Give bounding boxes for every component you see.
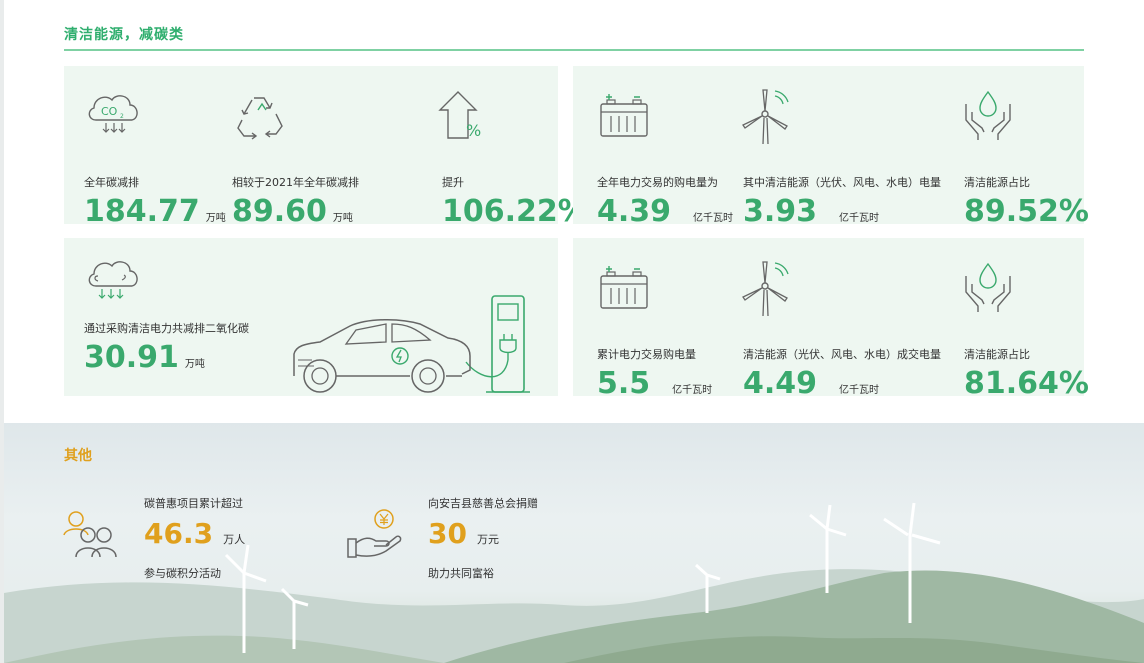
metric-label: 提升 bbox=[442, 176, 464, 189]
metric-unit: 万吨 bbox=[184, 359, 205, 370]
svg-text:CO: CO bbox=[101, 105, 118, 118]
wind-turbine-icon bbox=[742, 89, 789, 145]
metric-label: 通过采购清洁电力共减排二氧化碳 bbox=[84, 322, 249, 335]
metric-label: 全年电力交易的购电量为 bbox=[597, 176, 718, 189]
wind-turbine-icon bbox=[742, 261, 789, 317]
stat-value: 46.3 bbox=[144, 517, 214, 550]
metric-unit: 亿千瓦时 bbox=[839, 385, 880, 396]
stat-label: 向安吉县慈善总会捐赠 bbox=[428, 497, 538, 510]
card-cumulative-power-trading: 累计电力交易购电量 5.5 亿千瓦时 清洁能源（光伏、风电、水电）成交电量 4.4… bbox=[573, 238, 1089, 401]
metric-value: 3.93 bbox=[743, 194, 818, 229]
metric-label: 全年碳减排 bbox=[84, 176, 139, 189]
metric-label: 清洁能源占比 bbox=[964, 176, 1030, 189]
metric-label: 相较于2021年全年碳减排 bbox=[232, 176, 359, 189]
stat-value: 30 bbox=[428, 517, 467, 550]
metric-label: 累计电力交易购电量 bbox=[597, 348, 696, 361]
metric-value: 106.22% bbox=[442, 194, 588, 229]
metric-value: 89.60 bbox=[232, 194, 327, 229]
recycle-icon bbox=[237, 97, 283, 140]
battery-icon bbox=[600, 266, 648, 309]
stat-unit: 万元 bbox=[476, 533, 499, 546]
section-title-clean-energy: 清洁能源，减碳类 bbox=[64, 27, 184, 43]
metric-label: 清洁能源（光伏、风电、水电）成交电量 bbox=[743, 348, 941, 361]
stat-unit: 万人 bbox=[223, 533, 246, 546]
metric-unit: 亿千瓦时 bbox=[839, 213, 880, 224]
hands-water-drop-icon bbox=[965, 262, 1011, 312]
stat-sub: 助力共同富裕 bbox=[428, 567, 494, 580]
metric-value: 5.5 bbox=[597, 366, 651, 401]
metric-label: 清洁能源占比 bbox=[964, 348, 1030, 361]
card-power-trading: 全年电力交易的购电量为 4.39 亿千瓦时 其中清洁能源（光伏、风电、水电）电量 … bbox=[573, 66, 1089, 229]
section-other: 其他 碳普惠项目累计超过 46.3 万人 参与碳积分活动 向安吉县慈善总会捐赠 … bbox=[4, 423, 1144, 663]
metric-unit: 亿千瓦时 bbox=[693, 213, 734, 224]
metric-unit: 亿千瓦时 bbox=[672, 385, 713, 396]
metric-value: 4.49 bbox=[743, 366, 818, 401]
co2-cloud-icon: CO 2 bbox=[88, 95, 138, 133]
section-divider bbox=[64, 49, 1084, 51]
metric-value: 89.52% bbox=[964, 194, 1089, 229]
metric-label: 其中清洁能源（光伏、风电、水电）电量 bbox=[743, 176, 941, 189]
section-title-other: 其他 bbox=[64, 448, 92, 464]
stat-sub: 参与碳积分活动 bbox=[144, 567, 221, 580]
metric-value: 81.64% bbox=[964, 366, 1089, 401]
hand-yuan-coin-icon bbox=[347, 509, 402, 558]
stat-carbon-inclusive-icon-wrap bbox=[63, 509, 120, 563]
hands-water-drop-icon bbox=[965, 90, 1011, 140]
metric-value: 4.39 bbox=[597, 194, 672, 229]
svg-text:%: % bbox=[466, 121, 481, 140]
metric-value: 184.77 bbox=[84, 194, 200, 229]
report-page: 清洁能源，减碳类 CO 2 全年碳减排 184.77 万吨 相较于2021年全年碳… bbox=[4, 0, 1144, 663]
card-clean-power-co2: 通过采购清洁电力共减排二氧化碳 30.91 万吨 bbox=[64, 238, 558, 396]
metric-unit: 万吨 bbox=[205, 213, 226, 224]
people-icon bbox=[63, 511, 117, 558]
card-carbon-reduction: CO 2 全年碳减排 184.77 万吨 相较于2021年全年碳减排 89.60 万… bbox=[64, 66, 588, 229]
electric-car-charging-illustration bbox=[293, 295, 530, 393]
metric-value: 30.91 bbox=[84, 340, 179, 375]
metric-unit: 万吨 bbox=[332, 213, 353, 224]
percent-up-arrow-icon: % bbox=[438, 91, 481, 140]
cloud-rain-icon bbox=[88, 261, 138, 299]
battery-icon bbox=[600, 94, 648, 137]
stat-donation-icon-wrap bbox=[346, 509, 406, 565]
svg-text:2: 2 bbox=[120, 113, 124, 120]
stat-label: 碳普惠项目累计超过 bbox=[144, 497, 243, 510]
